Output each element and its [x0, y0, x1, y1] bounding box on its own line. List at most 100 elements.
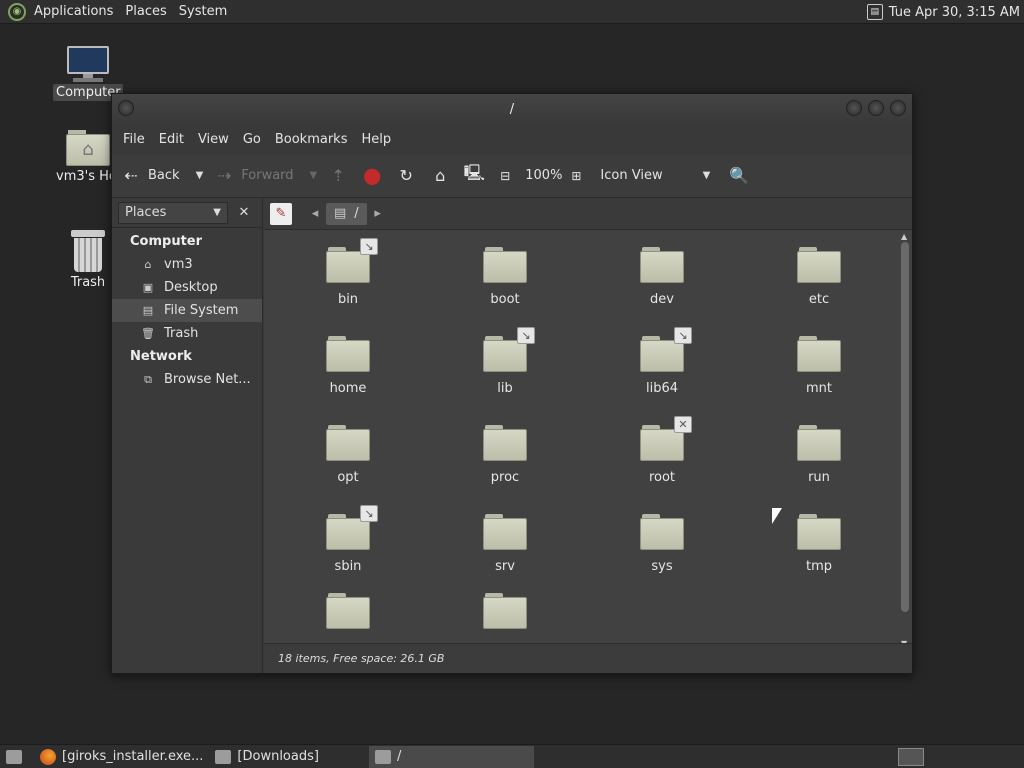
file-item[interactable] [288, 590, 408, 638]
menu-help[interactable]: Help [354, 132, 398, 147]
close-sidebar-icon[interactable]: ✕ [232, 205, 256, 220]
path-right-icon[interactable]: ▸ [367, 203, 389, 225]
zoom-in-button[interactable]: ⊞ [568, 169, 590, 183]
workspace-switcher[interactable] [898, 747, 924, 766]
sidebar-item-file-system[interactable]: ▤ File System [112, 299, 262, 322]
places-sidebar: Places ▼ ✕ Computer ⌂ vm3 ▣ Desktop ▤ File S… [112, 198, 263, 673]
drive-icon: ▤ [334, 206, 347, 221]
home-button[interactable]: ⌂ [429, 166, 457, 185]
file-name: mnt [806, 381, 832, 396]
view-mode-select[interactable]: Icon View [600, 168, 662, 183]
file-name: proc [490, 470, 520, 485]
up-button[interactable]: ⇡ [327, 166, 355, 185]
locked-emblem-icon: ✕ [674, 416, 692, 433]
file-name: boot [490, 292, 520, 307]
task-downloads[interactable]: [Downloads] [209, 746, 325, 768]
file-item[interactable]: opt [288, 422, 408, 485]
menu-edit[interactable]: Edit [152, 132, 191, 147]
sidebar-item-desktop[interactable]: ▣ Desktop [112, 276, 262, 299]
maximize-icon[interactable] [868, 100, 884, 116]
menu-bookmarks[interactable]: Bookmarks [268, 132, 355, 147]
clipboard-icon[interactable]: ▤ [866, 4, 883, 20]
breadcrumb-label: / [354, 206, 359, 221]
distro-logo-icon[interactable]: ◉ [8, 2, 26, 21]
places-menu[interactable]: Places [119, 4, 172, 19]
file-item[interactable]: ↘ lib64 [602, 327, 722, 396]
close-icon[interactable] [890, 100, 906, 116]
file-item[interactable]: srv [445, 511, 565, 574]
computer-button[interactable]: 🖳 [463, 162, 491, 189]
folder-icon [797, 511, 841, 551]
minimize-icon[interactable] [846, 100, 862, 116]
computer-icon [65, 46, 111, 82]
menu-view[interactable]: View [191, 132, 236, 147]
sidebar-header: Places ▼ ✕ [112, 198, 262, 228]
file-item[interactable]: mnt [759, 333, 879, 396]
menu-go[interactable]: Go [236, 132, 268, 147]
sidebar-item-browse-network[interactable]: ⧉ Browse Net... [112, 368, 262, 391]
folder-icon [483, 590, 527, 630]
file-item[interactable]: boot [445, 244, 565, 307]
search-icon: 🔍 [729, 166, 750, 185]
back-history-dropdown-icon[interactable]: ▼ [196, 170, 204, 181]
edit-path-icon[interactable]: ✎ [270, 202, 292, 225]
file-item[interactable]: ↘ lib [445, 327, 565, 396]
scroll-thumb[interactable] [901, 242, 909, 612]
file-item[interactable]: home [288, 333, 408, 396]
sidebar-item-trash[interactable]: 🗑 Trash [112, 322, 262, 345]
task-installer[interactable]: [giroks_installer.exe... [34, 746, 209, 768]
file-item[interactable]: ✕ root [602, 416, 722, 485]
applications-menu[interactable]: Applications [28, 4, 119, 19]
home-folder-icon: ⌂ [66, 128, 110, 166]
task-root-folder[interactable]: / [368, 745, 534, 768]
folder-icon [640, 511, 684, 551]
folder-icon [326, 590, 370, 630]
path-left-icon[interactable]: ◂ [304, 203, 326, 225]
sidebar-item-label: vm3 [164, 257, 193, 272]
sidebar-item-label: Desktop [164, 280, 218, 295]
symlink-emblem-icon: ↘ [360, 505, 378, 522]
search-button[interactable]: 🔍 [728, 166, 756, 185]
content-pane: ✎ ◂ ▤ / ▸ ↘ bin boot dev etc home ↘ lib ↘ lib64 mnt… [264, 198, 912, 673]
back-button[interactable]: ⇠ Back [120, 166, 179, 185]
window-titlebar[interactable]: / [112, 94, 912, 124]
zoom-out-button[interactable]: ⊟ [497, 169, 519, 183]
folder-icon [483, 422, 527, 462]
forward-label: Forward [241, 168, 294, 183]
window-menu-icon[interactable] [118, 100, 134, 116]
file-name: lib64 [645, 381, 679, 396]
folder-icon: ↘ [483, 327, 535, 373]
file-item[interactable]: dev [602, 244, 722, 307]
system-menu[interactable]: System [173, 4, 233, 19]
symlink-emblem-icon: ↘ [674, 327, 692, 344]
zoom-level[interactable]: 100% [525, 168, 562, 183]
file-item[interactable]: sys [602, 511, 722, 574]
breadcrumb-root[interactable]: ▤ / [326, 202, 367, 225]
vertical-scrollbar[interactable]: ▲ ▼ [900, 232, 910, 648]
firefox-icon [40, 748, 56, 765]
sidebar-item-label: File System [164, 303, 239, 318]
file-item[interactable]: ↘ bin [288, 238, 408, 307]
forward-button[interactable]: ⇢ Forward [213, 166, 294, 185]
sidebar-item-vm3[interactable]: ⌂ vm3 [112, 253, 262, 276]
sidebar-type-select[interactable]: Places ▼ [118, 201, 228, 224]
folder-icon [797, 333, 841, 373]
stop-button[interactable]: ⬤ [361, 166, 389, 185]
forward-history-dropdown-icon[interactable]: ▼ [310, 170, 318, 181]
file-item[interactable] [445, 590, 565, 638]
folder-icon: ↘ [640, 327, 692, 373]
menu-file[interactable]: File [116, 132, 152, 147]
file-item[interactable]: etc [759, 244, 879, 307]
tray: ▤ Tue Apr 30, 3:15 AM [866, 0, 1024, 24]
file-item[interactable]: proc [445, 422, 565, 485]
view-mode-dropdown-icon[interactable]: ▼ [703, 170, 711, 181]
show-desktop-button[interactable] [0, 746, 34, 768]
path-bar: ✎ ◂ ▤ / ▸ [264, 198, 912, 230]
clock[interactable]: Tue Apr 30, 3:15 AM [889, 5, 1020, 20]
scroll-up-icon[interactable]: ▲ [901, 232, 907, 241]
file-item[interactable]: run [759, 422, 879, 485]
symlink-emblem-icon: ↘ [360, 238, 378, 255]
file-item[interactable]: ↘ sbin [288, 505, 408, 574]
folder-icon [326, 333, 370, 373]
reload-button[interactable]: ↻ [395, 166, 423, 185]
